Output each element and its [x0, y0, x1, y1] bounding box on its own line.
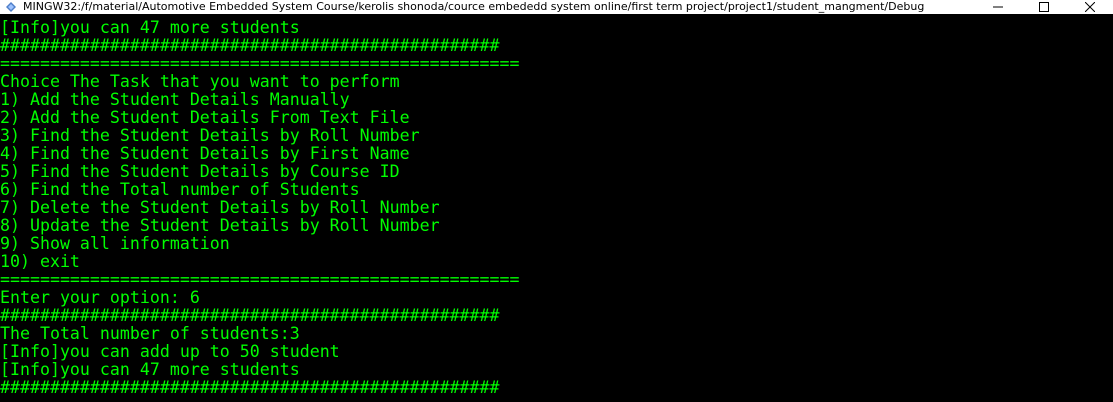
terminal-line: ========================================… — [0, 270, 520, 289]
terminal-line: 4) Find the Student Details by First Nam… — [0, 144, 410, 163]
window-controls — [975, 0, 1113, 14]
terminal-line: [Info]you can add up to 50 student — [0, 342, 340, 361]
terminal-line: 6) Find the Total number of Students — [0, 180, 360, 199]
terminal-line: 10) exit — [0, 252, 80, 271]
terminal-line: Choice The Task that you want to perform — [0, 72, 400, 91]
terminal-line: 2) Add the Student Details From Text Fil… — [0, 108, 410, 127]
terminal-line: ========================================… — [0, 54, 520, 73]
minimize-icon — [993, 6, 1003, 8]
terminal-output[interactable]: [Info]you can 47 more students ##########… — [0, 19, 1097, 402]
minimize-button[interactable] — [975, 0, 1021, 14]
terminal-line: 8) Update the Student Details by Roll Nu… — [0, 216, 440, 235]
terminal-line: 7) Delete the Student Details by Roll Nu… — [0, 198, 440, 217]
maximize-icon — [1039, 2, 1049, 12]
terminal-line: 3) Find the Student Details by Roll Numb… — [0, 126, 420, 145]
terminal-line: 1) Add the Student Details Manually — [0, 90, 350, 109]
terminal-window: MINGW32:/f/material/Automotive Embedded … — [0, 0, 1113, 402]
close-button[interactable] — [1067, 0, 1113, 14]
terminal-line: 9) Show all information — [0, 234, 230, 253]
terminal-line: ########################################… — [0, 36, 500, 55]
terminal-line: Enter your option: 6 — [0, 288, 200, 307]
vertical-scrollbar[interactable] — [1097, 14, 1113, 402]
terminal-line: [Info]you can 47 more students — [0, 19, 300, 37]
terminal-line: ########################################… — [0, 378, 500, 397]
terminal-line: [Info]you can 47 more students — [0, 360, 300, 379]
terminal-line: 5) Find the Student Details by Course ID — [0, 162, 400, 181]
title-bar[interactable]: MINGW32:/f/material/Automotive Embedded … — [0, 0, 1113, 14]
terminal-line: ########################################… — [0, 306, 500, 325]
maximize-button[interactable] — [1021, 0, 1067, 14]
mingw-terminal-icon — [4, 0, 18, 14]
window-title: MINGW32:/f/material/Automotive Embedded … — [23, 0, 925, 13]
terminal-line: The Total number of students:3 — [0, 324, 300, 343]
close-icon — [1085, 2, 1095, 12]
